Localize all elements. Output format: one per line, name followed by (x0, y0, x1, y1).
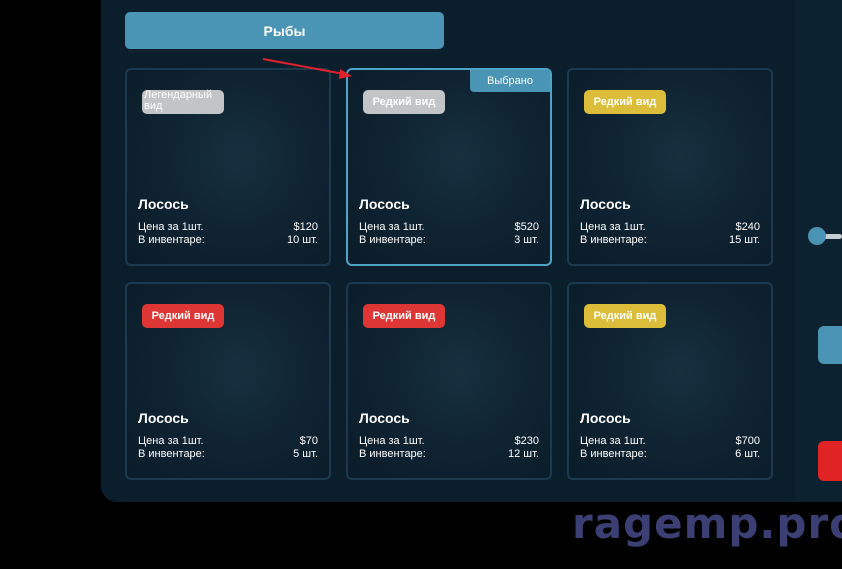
annotation-arrow-icon (262, 58, 352, 79)
watermark-logo: ragemp.pro (572, 499, 842, 548)
